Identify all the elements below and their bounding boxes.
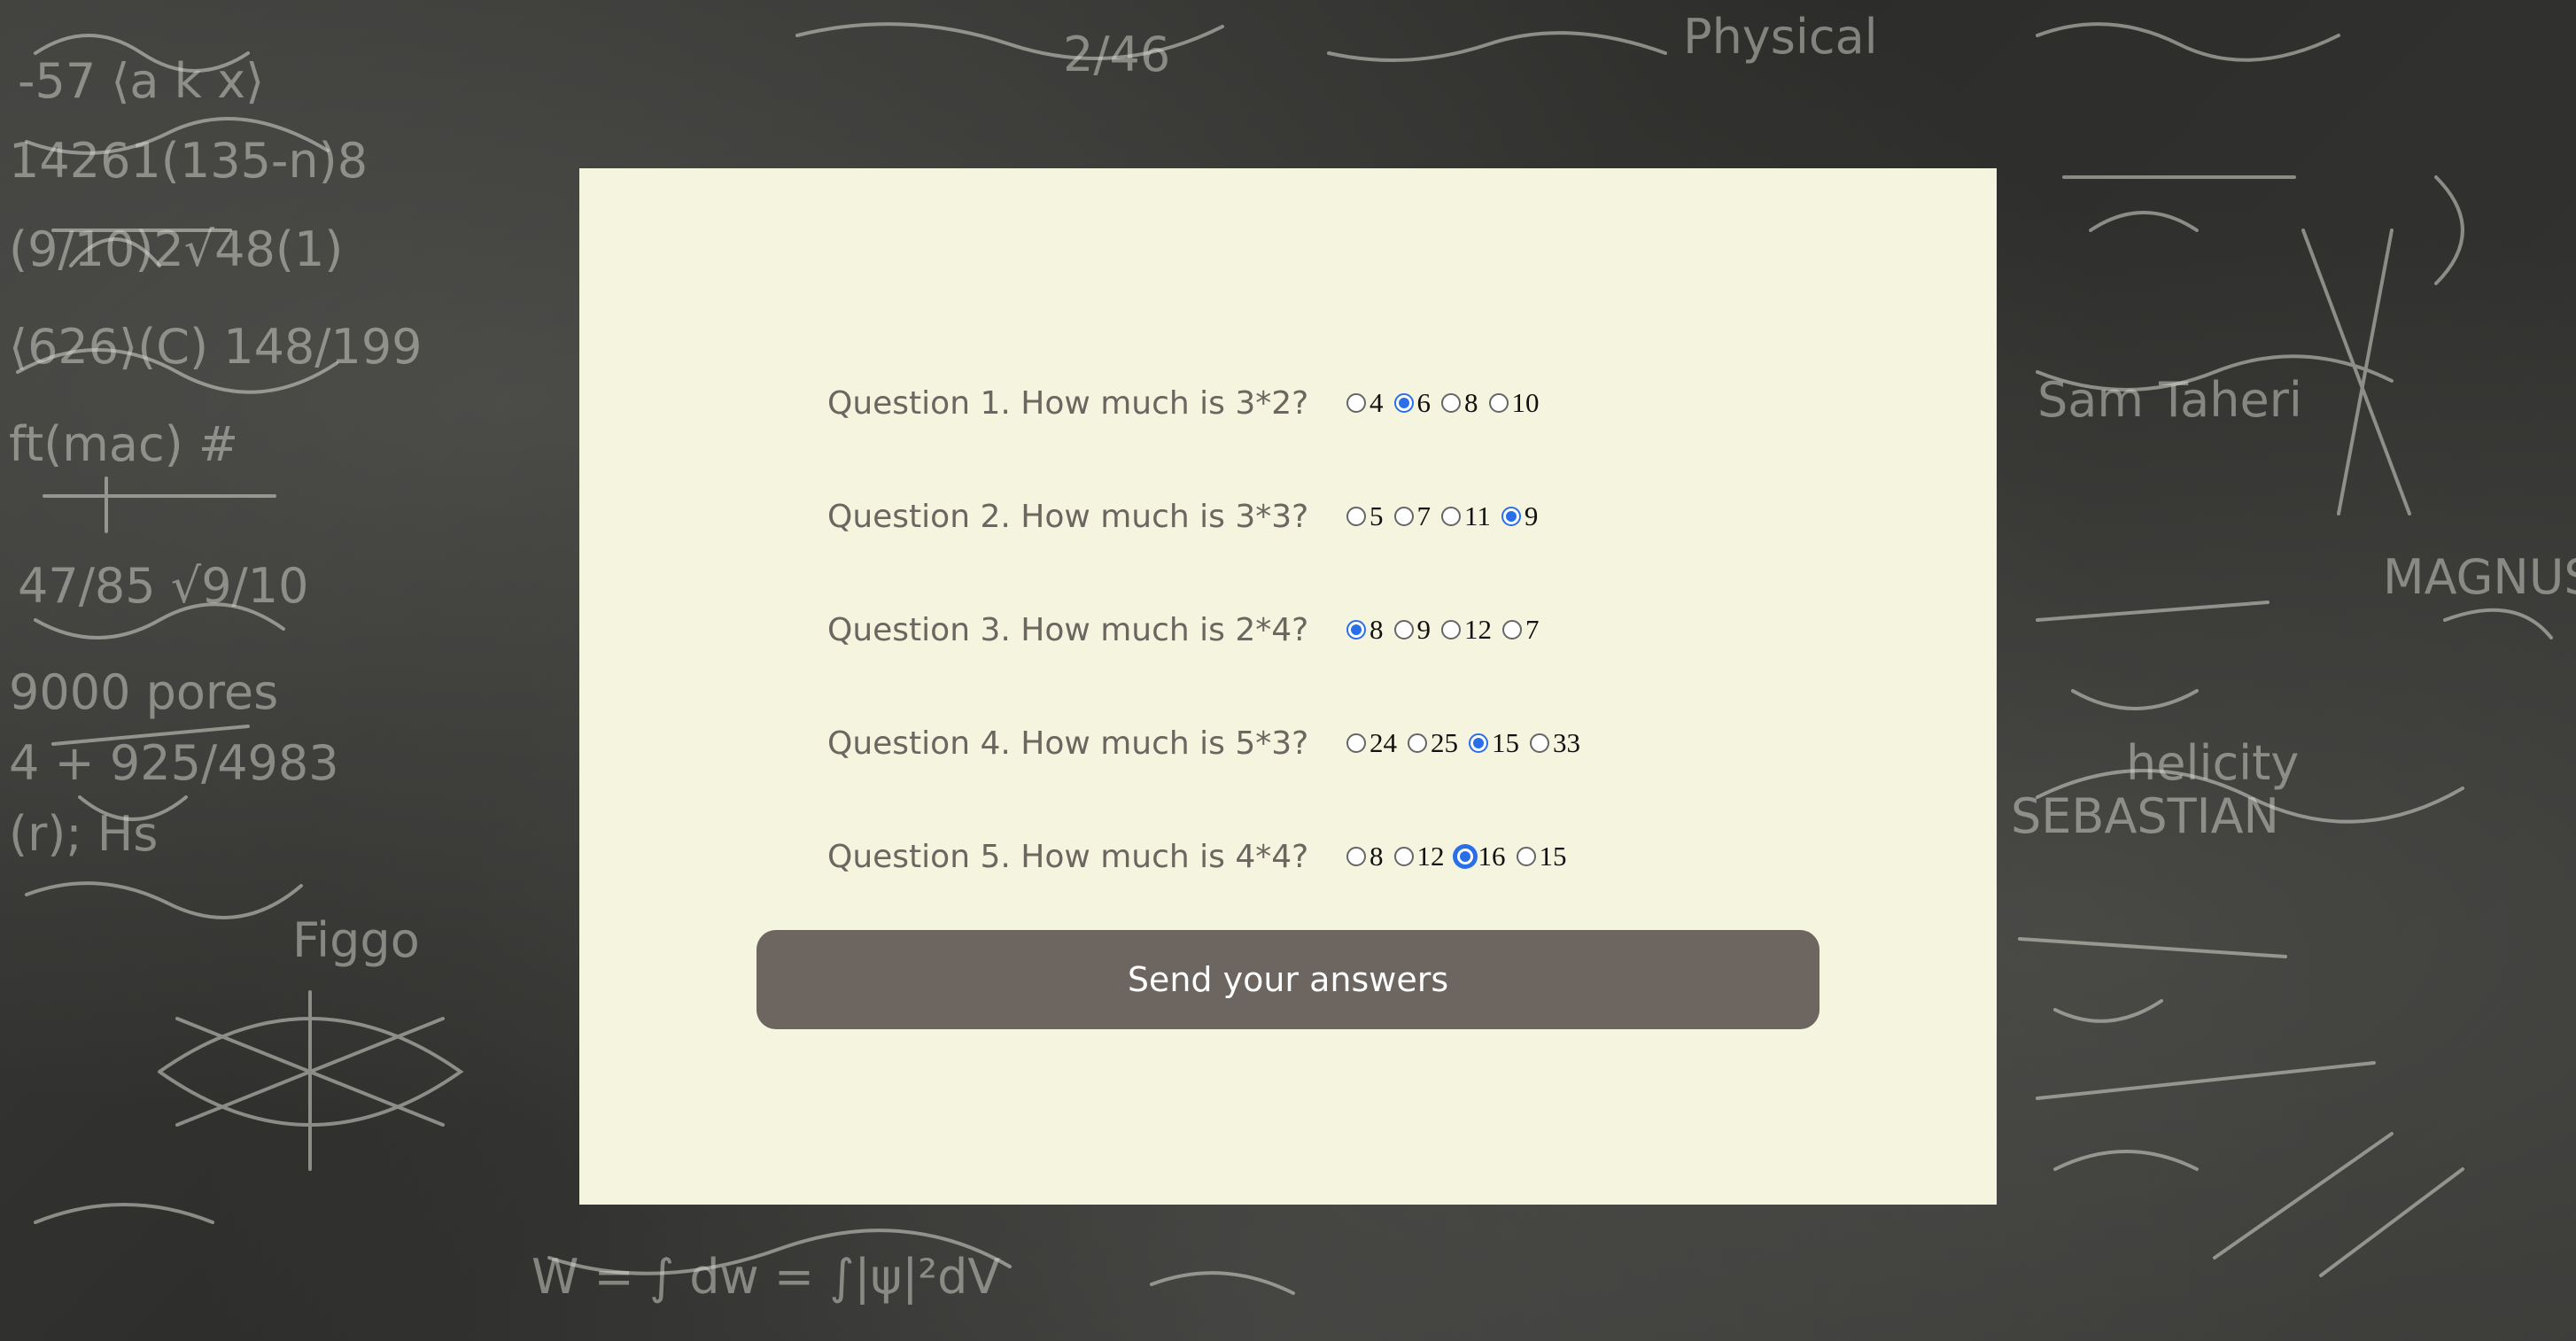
option-label: 9 bbox=[1524, 500, 1539, 531]
question-row-2: Question 2. How much is 3*3? 5 7 11 9 bbox=[827, 490, 1548, 543]
radio-button[interactable] bbox=[1346, 507, 1366, 526]
option: 7 bbox=[1502, 614, 1540, 646]
svg-text:47/85 √9/10: 47/85 √9/10 bbox=[18, 558, 308, 614]
question-3-text: Question 3. How much is 2*4? bbox=[827, 611, 1309, 648]
radio-button[interactable] bbox=[1441, 393, 1461, 413]
option: 12 bbox=[1393, 841, 1445, 872]
quiz-card: Question 1. How much is 3*2? 4 6 8 10 Qu… bbox=[579, 168, 1997, 1205]
radio-button[interactable] bbox=[1346, 620, 1366, 639]
svg-text:9000 pores: 9000 pores bbox=[9, 664, 278, 720]
option-label: 16 bbox=[1478, 841, 1506, 872]
radio-button[interactable] bbox=[1441, 507, 1461, 526]
option-label: 8 bbox=[1369, 841, 1384, 872]
question-4-options: 24 25 15 33 bbox=[1346, 727, 1591, 759]
svg-text:MAGNUS: MAGNUS bbox=[2383, 549, 2576, 605]
svg-text:SEBASTIAN: SEBASTIAN bbox=[2011, 788, 2279, 844]
svg-text:2/46: 2/46 bbox=[1063, 27, 1170, 82]
radio-button[interactable] bbox=[1502, 620, 1522, 639]
svg-text:4 + 925/4983: 4 + 925/4983 bbox=[9, 735, 339, 791]
option-label: 6 bbox=[1416, 387, 1432, 418]
radio-button[interactable] bbox=[1455, 847, 1475, 866]
radio-button[interactable] bbox=[1516, 847, 1536, 866]
question-2-text: Question 2. How much is 3*3? bbox=[827, 498, 1309, 535]
send-answers-button[interactable]: Send your answers bbox=[757, 930, 1819, 1029]
option: 33 bbox=[1530, 727, 1580, 759]
question-1-text: Question 1. How much is 3*2? bbox=[827, 384, 1309, 422]
svg-text:(r); Hs: (r); Hs bbox=[9, 806, 158, 862]
radio-button[interactable] bbox=[1530, 733, 1549, 753]
option-label: 4 bbox=[1369, 387, 1384, 418]
option-label: 25 bbox=[1431, 727, 1458, 758]
option: 11 bbox=[1441, 500, 1491, 532]
question-1-options: 4 6 8 10 bbox=[1346, 387, 1550, 419]
question-row-3: Question 3. How much is 2*4? 8 9 12 7 bbox=[827, 603, 1550, 656]
option: 25 bbox=[1408, 727, 1458, 759]
option-label: 33 bbox=[1553, 727, 1580, 758]
svg-text:Sam Taheri: Sam Taheri bbox=[2037, 372, 2302, 428]
question-row-1: Question 1. How much is 3*2? 4 6 8 10 bbox=[827, 376, 1550, 430]
option: 15 bbox=[1469, 727, 1519, 759]
option: 7 bbox=[1393, 500, 1432, 532]
radio-button[interactable] bbox=[1393, 507, 1414, 526]
svg-text:W = ∫ dw = ∫|ψ|²dV: W = ∫ dw = ∫|ψ|²dV bbox=[531, 1249, 1000, 1305]
option-label: 11 bbox=[1464, 500, 1491, 531]
option: 15 bbox=[1516, 841, 1567, 872]
option-label: 7 bbox=[1525, 614, 1540, 645]
radio-button[interactable] bbox=[1346, 733, 1366, 753]
radio-button[interactable] bbox=[1393, 847, 1414, 866]
svg-text:Physical: Physical bbox=[1683, 9, 1878, 65]
option-label: 8 bbox=[1464, 387, 1478, 418]
option-label: 5 bbox=[1369, 500, 1384, 531]
option-label: 7 bbox=[1416, 500, 1432, 531]
svg-text:helicity: helicity bbox=[2126, 735, 2299, 791]
question-5-options: 8 12 16 15 bbox=[1346, 841, 1578, 872]
svg-text:ft(mac) #: ft(mac) # bbox=[9, 416, 238, 472]
option: 4 bbox=[1346, 387, 1384, 419]
option-label: 12 bbox=[1416, 841, 1445, 872]
question-row-5: Question 5. How much is 4*4? 8 12 16 15 bbox=[827, 830, 1578, 883]
radio-button[interactable] bbox=[1346, 393, 1366, 413]
radio-button[interactable] bbox=[1488, 393, 1509, 413]
option: 12 bbox=[1441, 614, 1492, 646]
option-label: 9 bbox=[1416, 614, 1432, 645]
option-label: 24 bbox=[1369, 727, 1397, 758]
option-label: 12 bbox=[1464, 614, 1492, 645]
option: 6 bbox=[1393, 387, 1432, 419]
option: 9 bbox=[1393, 614, 1432, 646]
option: 8 bbox=[1441, 387, 1478, 419]
question-4-text: Question 4. How much is 5*3? bbox=[827, 725, 1309, 762]
option: 8 bbox=[1346, 841, 1384, 872]
option: 16 bbox=[1455, 841, 1506, 872]
option: 8 bbox=[1346, 614, 1384, 646]
radio-button[interactable] bbox=[1501, 507, 1521, 526]
svg-text:(9/10)2√48(1): (9/10)2√48(1) bbox=[9, 221, 343, 277]
option-label: 15 bbox=[1539, 841, 1567, 872]
question-3-options: 8 9 12 7 bbox=[1346, 614, 1550, 646]
question-2-options: 5 7 11 9 bbox=[1346, 500, 1548, 532]
svg-text:-57 ⟨a k x⟩: -57 ⟨a k x⟩ bbox=[18, 53, 264, 109]
svg-text:⟨626⟩(C) 148/199: ⟨626⟩(C) 148/199 bbox=[9, 319, 423, 375]
option: 24 bbox=[1346, 727, 1397, 759]
option-label: 15 bbox=[1492, 727, 1519, 758]
radio-button[interactable] bbox=[1393, 620, 1414, 639]
option-label: 10 bbox=[1511, 387, 1540, 418]
svg-text:14261(135-n)8: 14261(135-n)8 bbox=[9, 133, 368, 189]
radio-button[interactable] bbox=[1469, 733, 1488, 753]
radio-button[interactable] bbox=[1346, 847, 1366, 866]
option: 5 bbox=[1346, 500, 1384, 532]
question-5-text: Question 5. How much is 4*4? bbox=[827, 838, 1309, 875]
option: 10 bbox=[1488, 387, 1540, 419]
radio-button[interactable] bbox=[1441, 620, 1461, 639]
option-label: 8 bbox=[1369, 614, 1384, 645]
question-row-4: Question 4. How much is 5*3? 24 25 15 33 bbox=[827, 717, 1591, 770]
option: 9 bbox=[1501, 500, 1539, 532]
svg-text:Figgo: Figgo bbox=[292, 912, 420, 968]
radio-button[interactable] bbox=[1393, 393, 1414, 413]
radio-button[interactable] bbox=[1408, 733, 1427, 753]
